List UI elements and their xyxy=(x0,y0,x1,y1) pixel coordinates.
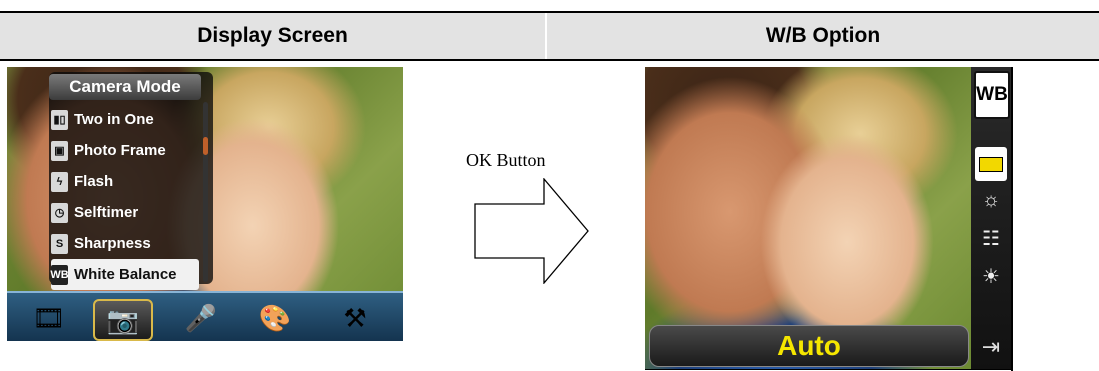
menu-item[interactable]: ◷ Selftimer xyxy=(51,197,199,228)
arrow-right-icon xyxy=(474,178,589,284)
sharpness-icon: S xyxy=(51,233,68,254)
wb-value-bar: Auto xyxy=(649,325,969,367)
menu-item-label: Sharpness xyxy=(74,235,151,252)
camera-mode-menu: Camera Mode ▮▯ Two in One ▣ Photo Frame ϟ Fla… xyxy=(49,72,213,290)
display-screen-heading: Display Screen xyxy=(197,24,348,47)
effect-mode-icon[interactable]: 🎨 xyxy=(247,299,303,337)
tungsten-icon[interactable]: ☀ xyxy=(975,259,1007,293)
exit-icon[interactable]: ⇥ xyxy=(975,329,1007,365)
movie-mode-icon[interactable]: 🎞 xyxy=(21,299,77,337)
menu-item[interactable]: WB White Balance xyxy=(50,259,199,290)
menu-item[interactable]: ▣ Photo Frame xyxy=(51,135,199,166)
menu-list: ▮▯ Two in One ▣ Photo Frame ϟ Flash ◷ Selftimer… xyxy=(50,104,199,290)
header-bottom-rule xyxy=(0,59,1099,61)
menu-scrollbar[interactable] xyxy=(203,102,208,282)
menu-item-label: Two in One xyxy=(74,111,154,128)
mode-bar: 🎞 📷 🎤 🎨 ⚒ xyxy=(7,291,403,341)
menu-item-label: Flash xyxy=(74,173,114,190)
wb-side-bar: WB ☼ ☷ ☀ ⇥ xyxy=(971,67,1011,369)
wb-option-heading: W/B Option xyxy=(765,24,881,47)
menu-title: Camera Mode xyxy=(49,74,201,100)
frame-divider xyxy=(1011,67,1013,371)
menu-item[interactable]: ▮▯ Two in One xyxy=(51,104,199,135)
wb-current-value: Auto xyxy=(777,330,841,361)
photo-background xyxy=(645,67,971,369)
auto-wb-swatch xyxy=(979,156,1003,172)
setup-mode-icon[interactable]: ⚒ xyxy=(327,299,383,337)
white-balance-icon: WB xyxy=(50,264,69,285)
daylight-icon[interactable]: ☼ xyxy=(975,183,1007,217)
display-screen-image: Camera Mode ▮▯ Two in One ▣ Photo Frame ϟ Fla… xyxy=(7,67,403,341)
wb-badge: WB xyxy=(974,71,1010,119)
menu-item-label: Selftimer xyxy=(74,204,139,221)
table-header: Display Screen W/B Option xyxy=(0,13,1099,59)
camera-mode-icon[interactable]: 📷 xyxy=(93,299,153,341)
photo-frame-icon: ▣ xyxy=(51,140,68,161)
ok-button-label: OK Button xyxy=(466,150,546,170)
two-in-one-icon: ▮▯ xyxy=(51,109,68,130)
selftimer-icon: ◷ xyxy=(51,202,68,223)
fluorescent-icon[interactable]: ☷ xyxy=(975,221,1007,255)
menu-item-label: Photo Frame xyxy=(74,142,166,159)
voice-mode-icon[interactable]: 🎤 xyxy=(173,299,229,337)
menu-item-label: White Balance xyxy=(74,266,177,283)
wb-option-screen-image: WB ☼ ☷ ☀ ⇥ Auto xyxy=(645,67,1011,370)
menu-item[interactable]: S Sharpness xyxy=(51,228,199,259)
flash-icon: ϟ xyxy=(51,171,68,192)
menu-scroll-thumb[interactable] xyxy=(203,137,208,155)
menu-item[interactable]: ϟ Flash xyxy=(51,166,199,197)
auto-wb-icon[interactable] xyxy=(975,147,1007,181)
